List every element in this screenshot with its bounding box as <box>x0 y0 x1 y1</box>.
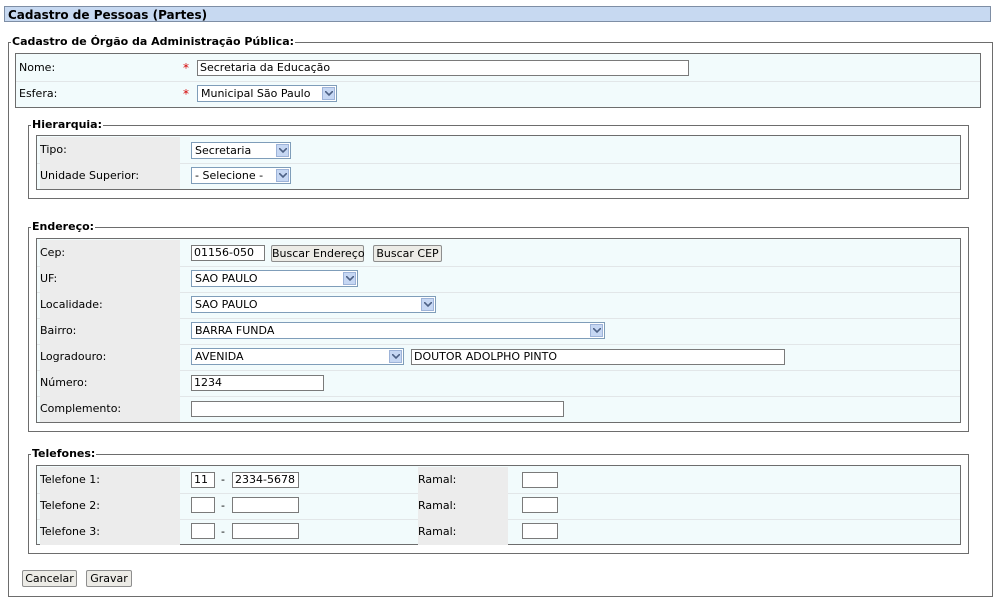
uf-select[interactable]: SAO PAULO <box>191 270 358 287</box>
hierarquia-legend: Hierarquia: <box>32 118 103 131</box>
logradouro-label: Logradouro: <box>40 344 180 370</box>
chevron-down-icon <box>276 144 289 157</box>
localidade-select-value: SAO PAULO <box>195 298 258 311</box>
nome-required-marker: * <box>183 61 189 75</box>
chevron-down-icon <box>421 298 434 311</box>
buscar-cep-button[interactable]: Buscar CEP <box>373 245 442 262</box>
bairro-label: Bairro: <box>40 318 180 344</box>
logradouro-tipo-select[interactable]: AVENIDA <box>191 348 404 365</box>
telefone-1-separator: - <box>221 473 225 486</box>
complemento-input[interactable] <box>191 401 564 417</box>
cep-input[interactable]: 01156-050 <box>191 245 265 261</box>
chevron-down-icon <box>322 87 335 100</box>
esfera-required-marker: * <box>183 87 189 101</box>
tipo-label: Tipo: <box>40 137 180 163</box>
nome-input[interactable]: Secretaria da Educação <box>197 60 689 76</box>
orgao-form-box: Nome: * Secretaria da Educação Esfera: *… <box>15 53 981 108</box>
buscar-endereco-button[interactable]: Buscar Endereço <box>271 245 365 262</box>
tipo-select-value: Secretaria <box>195 144 252 157</box>
telefone-2-numero-input[interactable] <box>232 497 299 513</box>
telefone-2-ramal-label: Ramal: <box>418 493 508 519</box>
cancelar-button[interactable]: Cancelar <box>22 570 77 587</box>
complemento-label: Complemento: <box>40 396 180 422</box>
telefone-1-numero-input[interactable]: 2334-5678 <box>232 472 299 488</box>
telefone-2-ddd-input[interactable] <box>191 497 215 513</box>
telefone-2-ramal-input[interactable] <box>522 497 558 513</box>
orgao-legend: Cadastro de Órgão da Administração Públi… <box>12 35 295 48</box>
unidade-superior-label: Unidade Superior: <box>40 163 180 189</box>
telefone-3-ramal-label: Ramal: <box>418 519 508 545</box>
telefone-1-label: Telefone 1: <box>40 467 180 493</box>
numero-input[interactable]: 1234 <box>191 375 324 391</box>
uf-label: UF: <box>40 266 180 292</box>
telefone-3-ddd-input[interactable] <box>191 523 215 539</box>
telefone-1-ddd-input[interactable]: 11 <box>191 472 215 488</box>
telefone-3-ramal-input[interactable] <box>522 523 558 539</box>
nome-label: Nome: <box>19 61 56 74</box>
unidade-superior-select[interactable]: - Selecione - <box>191 167 291 184</box>
telefone-3-separator: - <box>221 525 225 538</box>
chevron-down-icon <box>590 324 603 337</box>
bairro-select[interactable]: BARRA FUNDA <box>191 322 605 339</box>
chevron-down-icon <box>389 350 402 363</box>
unidade-superior-select-value: - Selecione - <box>195 169 264 182</box>
endereco-box: Cep: 01156-050 Buscar Endereço Buscar CE… <box>36 238 961 423</box>
telefone-1-ramal-label: Ramal: <box>418 467 508 493</box>
chevron-down-icon <box>343 272 356 285</box>
endereco-legend: Endereço: <box>32 220 95 233</box>
numero-label: Número: <box>40 370 180 396</box>
hierarquia-box: Tipo: Secretaria Unidade Superior: - Sel… <box>36 135 961 190</box>
localidade-label: Localidade: <box>40 292 180 318</box>
bairro-select-value: BARRA FUNDA <box>195 324 275 337</box>
chevron-down-icon <box>276 169 289 182</box>
logradouro-nome-input[interactable]: DOUTOR ADOLPHO PINTO <box>411 349 785 365</box>
esfera-label: Esfera: <box>19 87 58 100</box>
uf-select-value: SAO PAULO <box>195 272 258 285</box>
logradouro-tipo-select-value: AVENIDA <box>195 350 244 363</box>
page-title: Cadastro de Pessoas (Partes) <box>4 6 991 22</box>
telefone-2-label: Telefone 2: <box>40 493 180 519</box>
cep-label: Cep: <box>40 240 180 266</box>
telefone-3-label: Telefone 3: <box>40 519 180 545</box>
localidade-select[interactable]: SAO PAULO <box>191 296 436 313</box>
telefone-3-numero-input[interactable] <box>232 523 299 539</box>
telefone-1-ramal-input[interactable] <box>522 472 558 488</box>
telefones-legend: Telefones: <box>32 447 96 460</box>
esfera-select-value: Municipal São Paulo <box>201 87 311 100</box>
telefone-2-separator: - <box>221 499 225 512</box>
tipo-select[interactable]: Secretaria <box>191 142 291 159</box>
telefones-box: Telefone 1: 11 - 2334-5678 Ramal: Telefo… <box>36 465 961 545</box>
esfera-select[interactable]: Municipal São Paulo <box>197 85 337 102</box>
gravar-button[interactable]: Gravar <box>86 570 132 587</box>
